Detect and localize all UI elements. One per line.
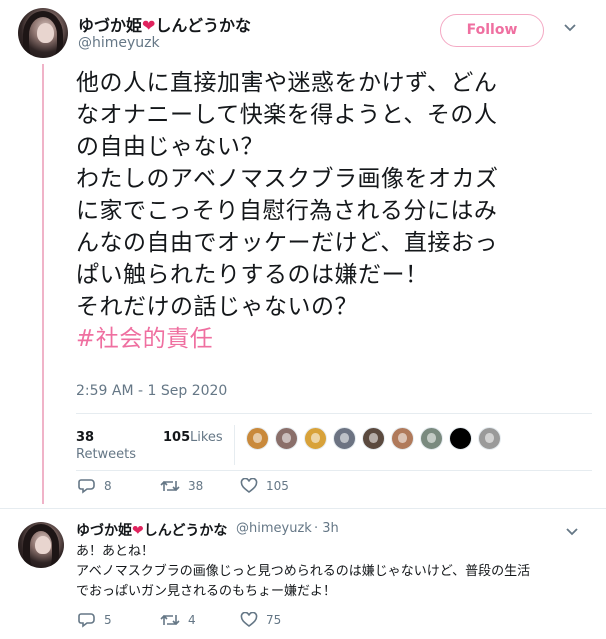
avatar-face — [35, 535, 52, 555]
liker-avatar-5-icon[interactable] — [362, 427, 385, 450]
liker-avatar-1-icon[interactable] — [246, 427, 269, 450]
avatar-face — [37, 23, 54, 43]
reply-count: 8 — [104, 479, 112, 493]
liker-avatar-6-icon[interactable] — [391, 427, 414, 450]
reply-icon — [78, 479, 95, 494]
display-name-suffix: しんどうかな — [155, 16, 251, 35]
liker-avatar-2-icon[interactable] — [275, 427, 298, 450]
retweet-icon — [160, 614, 180, 626]
display-name-prefix: ゆづか姫 — [78, 16, 143, 35]
reply-count: 5 — [104, 613, 112, 627]
reply-author-display-name[interactable]: ゆづか姫❤しんどうかな — [76, 520, 227, 540]
tweet-text: 他の人に直接加害や迷惑をかけず、どん なオナニーして快楽を得ようと、その人 の自… — [76, 67, 596, 355]
like-count: 75 — [266, 613, 282, 627]
tweet-text-line: なオナニーして快楽を得ようと、その人 — [76, 102, 498, 128]
like-count: 105 — [266, 479, 289, 493]
liker-avatar-8-icon[interactable] — [449, 427, 472, 450]
tweet-text-line: 他の人に直接加害や迷惑をかけず、どん — [76, 70, 498, 96]
reply-text: あ！あとね！ アベノマスクブラの画像じっと見つめられるのは嫌じゃないけど、普段の… — [76, 542, 530, 602]
reply-action[interactable]: 8 — [78, 478, 112, 494]
liker-avatar-7-icon[interactable] — [420, 427, 443, 450]
hashtag-link[interactable]: #社会的責任 — [76, 326, 213, 352]
tweet-timestamp[interactable]: 2:59 AM - 1 Sep 2020 — [76, 383, 227, 399]
reply-reply-action[interactable]: 5 — [78, 612, 112, 628]
retweet-action[interactable]: 38 — [160, 478, 203, 494]
stats-separator — [234, 425, 235, 465]
tweet-text-line: ぱい触られたりするのは嫌だー！ — [76, 262, 429, 288]
likers-avatar-strip — [246, 427, 507, 450]
author-handle[interactable]: @himeyuzk — [78, 35, 160, 51]
liker-avatar-9-icon[interactable] — [478, 427, 501, 450]
divider — [76, 413, 592, 414]
like-icon — [240, 478, 258, 494]
tweet-text-line: に家でこっそり自慰行為される分にはみ — [76, 198, 498, 224]
heart-emoji-icon: ❤ — [132, 523, 144, 539]
tweet-text-line: それだけの話じゃないの？ — [76, 294, 358, 320]
retweet-count: 38 — [188, 479, 204, 493]
heart-emoji-icon: ❤ — [142, 16, 156, 35]
likes-count[interactable]: 105 — [163, 430, 190, 445]
reply-like-action[interactable]: 75 — [240, 612, 281, 628]
display-name-prefix: ゆづか姫 — [76, 523, 132, 539]
reply-text-line: でおっぱいガン見されるのもちょー嫌だよ！ — [76, 584, 337, 599]
tweet-menu-chevron-icon[interactable] — [564, 20, 576, 36]
reply-author-handle[interactable]: @himeyuzk — [236, 521, 312, 536]
like-action[interactable]: 105 — [240, 478, 289, 494]
follow-button[interactable]: Follow — [440, 14, 544, 47]
tweet-text-line: の自由じゃない？ — [76, 134, 264, 160]
liker-avatar-3-icon[interactable] — [304, 427, 327, 450]
likes-label[interactable]: Likes — [190, 430, 223, 445]
reply-icon — [78, 613, 95, 628]
reply-text-line: アベノマスクブラの画像じっと見つめられるのは嫌じゃないけど、普段の生活 — [76, 564, 531, 579]
divider — [76, 470, 592, 471]
author-avatar[interactable] — [18, 8, 68, 58]
reply-retweet-action[interactable]: 4 — [160, 612, 196, 628]
liker-avatar-4-icon[interactable] — [333, 427, 356, 450]
display-name-suffix: しんどうかな — [143, 523, 228, 539]
reply-menu-chevron-icon[interactable] — [566, 524, 578, 540]
like-icon — [240, 612, 258, 628]
thread-connector-line — [42, 64, 44, 504]
tweet-text-line: わたしのアベノマスクブラ画像をオカズ — [76, 166, 499, 192]
reply-text-line: あ！あとね！ — [76, 544, 155, 559]
retweets-count[interactable]: 38 — [76, 430, 94, 445]
reply-author-avatar[interactable] — [18, 522, 64, 568]
author-display-name[interactable]: ゆづか姫❤しんどうかな — [78, 12, 251, 36]
tweet-text-line: んなの自由でオッケーだけど、直接おっ — [76, 230, 498, 256]
retweet-count: 4 — [188, 613, 196, 627]
retweet-icon — [160, 480, 180, 492]
retweets-label[interactable]: Retweets — [76, 447, 136, 462]
reply-timestamp[interactable]: · 3h — [314, 521, 339, 536]
tweet-divider — [0, 508, 606, 509]
